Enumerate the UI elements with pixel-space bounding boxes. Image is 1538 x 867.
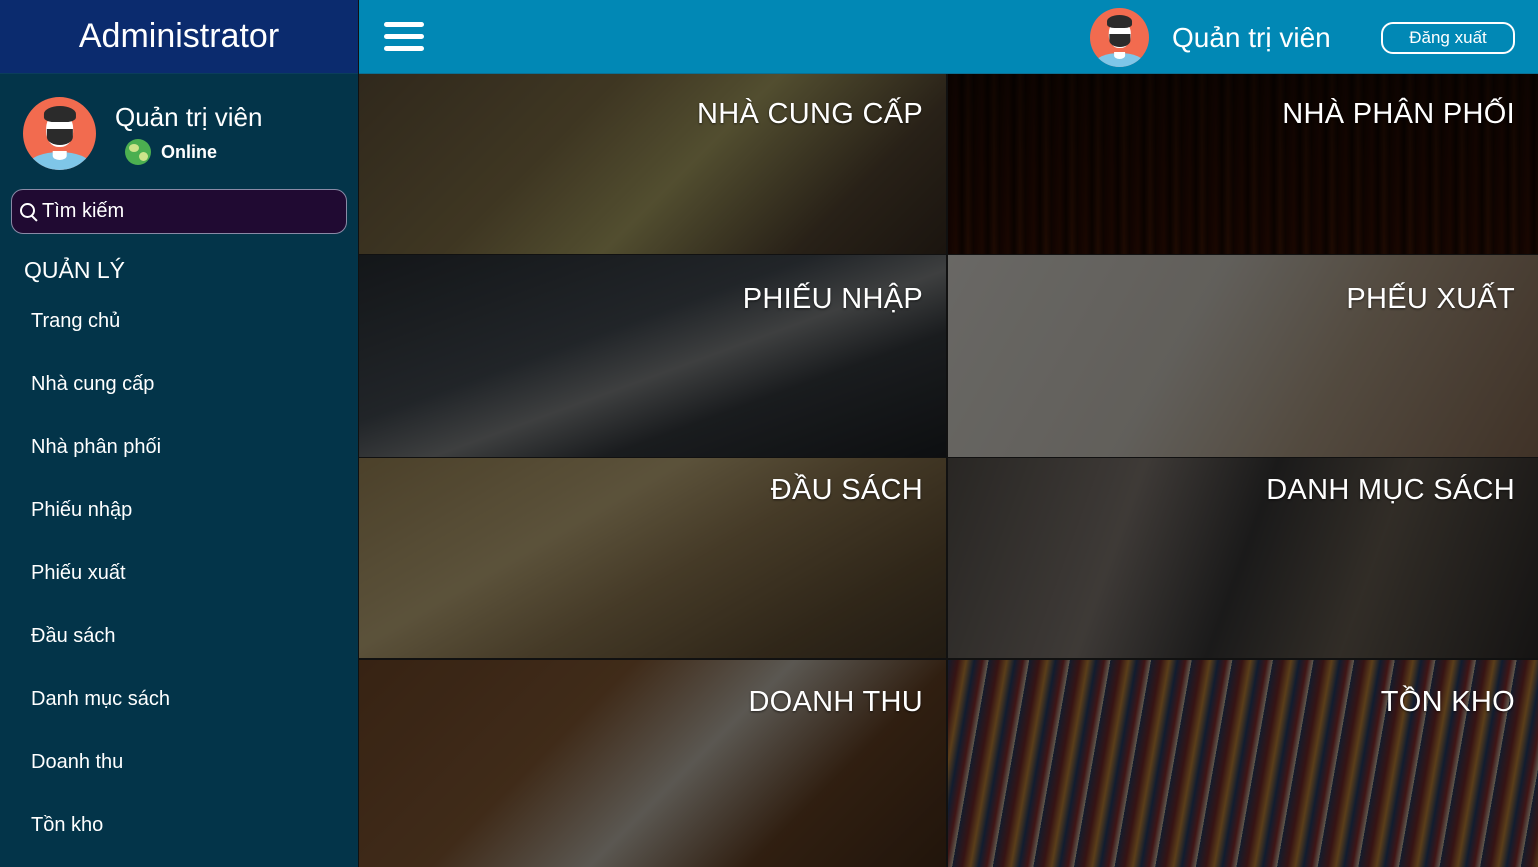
header-user: Quản trị viên: [1090, 8, 1331, 67]
logout-button[interactable]: Đăng xuất: [1381, 22, 1515, 54]
tile-label: PHIẾU NHẬP: [742, 283, 923, 315]
sidebar-item-import-slips[interactable]: Phiếu nhập: [0, 479, 358, 542]
tile-export-slips[interactable]: PHẾU XUẤT: [948, 255, 1538, 457]
sidebar: Administrator Quản trị viên Online QUẢN …: [0, 0, 358, 867]
search-icon[interactable]: [18, 201, 40, 223]
tile-inventory[interactable]: TỒN KHO: [948, 660, 1538, 867]
sidebar-item-home[interactable]: Trang chủ: [0, 290, 358, 353]
top-bar: Quản trị viên Đăng xuất: [359, 0, 1538, 74]
search-input[interactable]: [42, 200, 332, 223]
search-box: [11, 189, 347, 234]
tile-label: ĐẦU SÁCH: [770, 474, 923, 506]
tile-revenue[interactable]: DOANH THU: [359, 660, 946, 867]
sidebar-item-suppliers[interactable]: Nhà cung cấp: [0, 353, 358, 416]
sidebar-item-distributors[interactable]: Nhà phân phối: [0, 416, 358, 479]
tile-label: PHẾU XUẤT: [1346, 283, 1515, 315]
sidebar-item-export-slips[interactable]: Phiếu xuất: [0, 542, 358, 605]
section-title-manage: QUẢN LÝ: [24, 257, 125, 283]
sidebar-item-inventory[interactable]: Tồn kho: [0, 794, 358, 857]
tile-label: DOANH THU: [748, 686, 923, 718]
sidebar-item-revenue[interactable]: Doanh thu: [0, 731, 358, 794]
tile-distributors[interactable]: NHÀ PHÂN PHỐI: [948, 74, 1538, 254]
header-user-name: Quản trị viên: [1172, 21, 1331, 53]
tile-book-titles[interactable]: ĐẦU SÁCH: [359, 458, 946, 658]
brand-title: Administrator: [0, 0, 358, 74]
sidebar-item-book-categories[interactable]: Danh mục sách: [0, 668, 358, 731]
tile-book-categories[interactable]: DANH MỤC SÁCH: [948, 458, 1538, 658]
user-avatar-icon: [23, 97, 96, 170]
sidebar-item-book-titles[interactable]: Đầu sách: [0, 605, 358, 668]
globe-icon: [125, 139, 151, 165]
tile-suppliers[interactable]: NHÀ CUNG CẤP: [359, 74, 946, 254]
dashboard-tiles: NHÀ CUNG CẤP NHÀ PHÂN PHỐI PHIẾU NHẬP PH…: [359, 74, 1538, 867]
user-status: Online: [125, 139, 262, 165]
tile-import-slips[interactable]: PHIẾU NHẬP: [359, 255, 946, 457]
hamburger-menu-icon[interactable]: [384, 22, 424, 52]
header-avatar-icon: [1090, 8, 1149, 67]
tile-label: DANH MỤC SÁCH: [1266, 474, 1515, 506]
tile-label: NHÀ PHÂN PHỐI: [1282, 98, 1515, 130]
user-status-label: Online: [161, 141, 218, 162]
sidebar-user-name: Quản trị viên: [115, 102, 263, 132]
tile-label: NHÀ CUNG CẤP: [697, 98, 923, 130]
user-info: Quản trị viên Online: [115, 102, 262, 165]
sidebar-user-panel: Quản trị viên Online: [23, 97, 262, 170]
tile-label: TỒN KHO: [1380, 686, 1515, 718]
sidebar-menu: Trang chủ Nhà cung cấp Nhà phân phối Phi…: [0, 290, 358, 857]
